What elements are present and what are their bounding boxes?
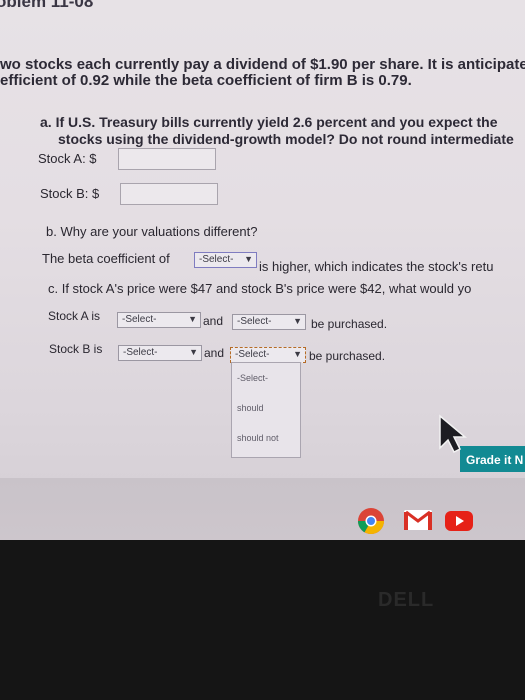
- stock-a-valuation-select[interactable]: -Select- ▼: [117, 312, 201, 328]
- laptop-bezel: [0, 540, 525, 700]
- youtube-icon[interactable]: [444, 510, 474, 532]
- question-a-line-2: stocks using the dividend-growth model? …: [58, 131, 514, 147]
- intro-text-line-2: efficient of 0.92 while the beta coeffic…: [0, 72, 412, 89]
- dropdown-option-select[interactable]: -Select-: [237, 373, 268, 383]
- taskbar: [0, 478, 525, 540]
- stock-a-is-label: Stock A is: [48, 309, 101, 323]
- problem-title: oblem 11-08: [0, 0, 94, 11]
- dropdown-arrow-icon: ▼: [293, 316, 302, 326]
- and-label: and: [203, 314, 224, 328]
- and-label: and: [204, 346, 225, 360]
- dropdown-arrow-icon: ▼: [244, 254, 253, 264]
- stock-a-valuation-select-value: -Select-: [122, 314, 157, 325]
- purchase-dropdown-list[interactable]: -Select- should should not: [231, 362, 301, 458]
- question-c-text: c. If stock A's price were $47 and stock…: [48, 281, 472, 296]
- question-a-line-1: a. If U.S. Treasury bills currently yiel…: [40, 114, 498, 130]
- stock-b-valuation-select-value: -Select-: [123, 347, 158, 358]
- dropdown-arrow-icon: ▼: [189, 347, 198, 357]
- be-purchased-label: be purchased.: [311, 317, 388, 331]
- beta-sentence-prefix: The beta coefficient of: [42, 251, 170, 266]
- stock-b-purchase-select-value: -Select-: [235, 349, 270, 360]
- screen: oblem 11-08 wo stocks each currently pay…: [0, 0, 525, 540]
- stock-b-valuation-select[interactable]: -Select- ▼: [118, 345, 202, 361]
- stock-a-label: Stock A: $: [38, 151, 97, 166]
- stock-a-value-input[interactable]: [118, 148, 216, 170]
- beta-sentence-suffix: is higher, which indicates the stock's r…: [259, 259, 494, 274]
- stock-b-is-label: Stock B is: [49, 342, 103, 356]
- dropdown-option-should[interactable]: should: [237, 403, 264, 413]
- stock-b-purchase-select[interactable]: -Select- ▼: [230, 347, 306, 363]
- dropdown-option-should-not[interactable]: should not: [237, 433, 279, 443]
- stock-a-purchase-select-value: -Select-: [237, 316, 272, 327]
- beta-firm-select-value: -Select-: [199, 254, 234, 265]
- mouse-pointer-icon: [439, 414, 468, 454]
- beta-firm-select[interactable]: -Select- ▼: [194, 252, 257, 268]
- dropdown-arrow-icon: ▼: [188, 314, 197, 324]
- be-purchased-label: be purchased.: [309, 349, 386, 363]
- question-b-text: b. Why are your valuations different?: [46, 224, 258, 239]
- gmail-icon[interactable]: [403, 508, 433, 532]
- stock-a-purchase-select[interactable]: -Select- ▼: [232, 314, 306, 330]
- stock-b-value-input[interactable]: [120, 183, 218, 205]
- brand-logo: DELL: [378, 589, 435, 611]
- intro-text-line-1: wo stocks each currently pay a dividend …: [0, 56, 525, 73]
- dropdown-arrow-icon: ▼: [293, 349, 302, 359]
- chrome-icon[interactable]: [356, 506, 386, 536]
- stock-b-label: Stock B: $: [40, 186, 100, 201]
